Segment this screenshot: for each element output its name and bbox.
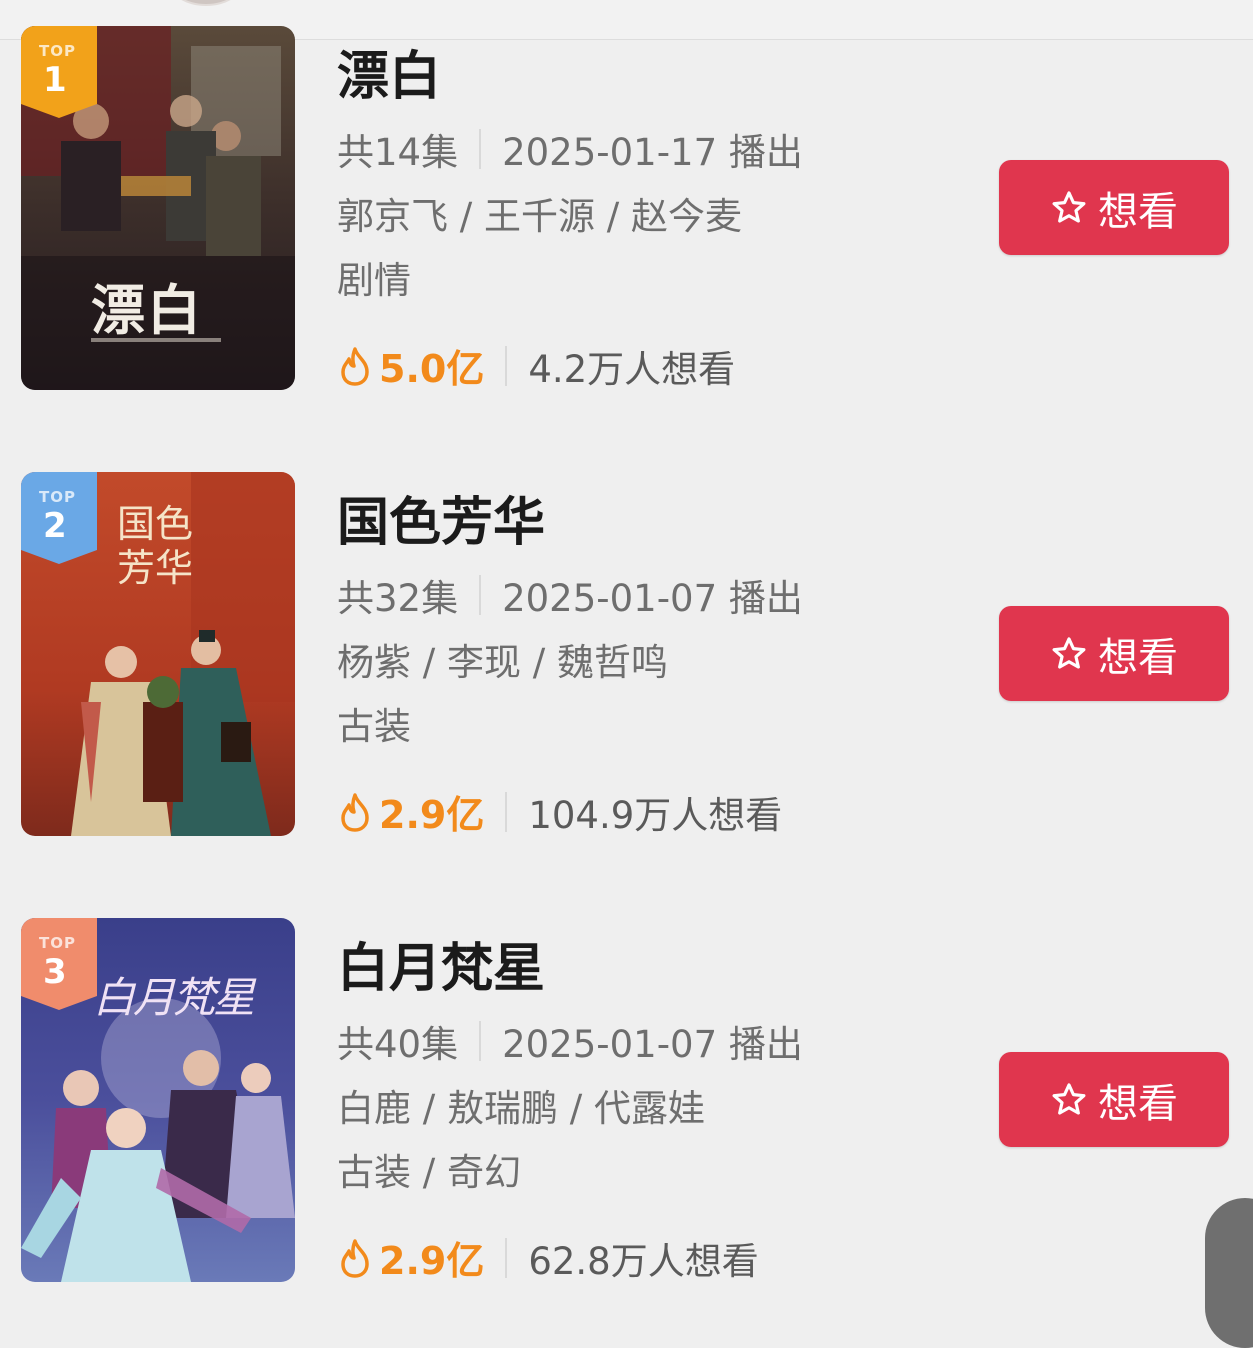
divider (505, 1237, 508, 1278)
divider (479, 129, 482, 169)
genre: 古装 (337, 705, 411, 748)
rank-number: 2 (43, 506, 67, 546)
rank-top-label: TOP (39, 934, 76, 952)
air-date: 2025-01-17 播出 (502, 131, 803, 174)
want-button-label: 想看 (1098, 1080, 1178, 1127)
fire-icon (341, 1238, 369, 1278)
want-count: 4.2万人想看 (528, 347, 736, 391)
genre: 剧情 (337, 259, 411, 302)
stats-row: 2.9亿 104.9万人想看 (337, 784, 782, 839)
rank-number: 1 (43, 60, 67, 100)
divider (505, 345, 508, 386)
list-item[interactable]: 白月梵星 TOP 3 白月梵星 共40集 2025-01-07 播出 白鹿 / … (0, 918, 1253, 1338)
rank-top-label: TOP (39, 42, 76, 60)
divider (505, 791, 508, 832)
stats-row: 5.0亿 4.2万人想看 (337, 338, 735, 393)
rank-badge: TOP 1 (21, 26, 97, 118)
avatar[interactable] (168, 0, 244, 6)
poster-image[interactable]: 漂白 TOP 1 (21, 26, 295, 390)
rank-badge: TOP 2 (21, 472, 97, 564)
episode-count: 共40集 (337, 1023, 459, 1066)
poster-title-text: 白月梵星 (93, 973, 255, 1022)
fire-icon (341, 792, 369, 832)
want-to-watch-button[interactable]: 想看 (999, 1052, 1229, 1147)
meta-row: 共14集 2025-01-17 播出 (337, 122, 803, 176)
heat-value: 5.0亿 (379, 347, 485, 391)
divider (479, 575, 482, 615)
drama-title[interactable]: 漂白 (337, 34, 441, 109)
cast-list: 白鹿 / 敖瑞鹏 / 代露娃 (337, 1087, 705, 1130)
rank-top-label: TOP (39, 488, 76, 506)
want-button-label: 想看 (1098, 634, 1178, 681)
stats-row: 2.9亿 62.8万人想看 (337, 1230, 759, 1285)
drama-title[interactable]: 白月梵星 (337, 926, 545, 1001)
want-count: 104.9万人想看 (528, 793, 783, 837)
meta-row: 共40集 2025-01-07 播出 (337, 1014, 803, 1068)
drama-title[interactable]: 国色芳华 (337, 480, 545, 555)
air-date: 2025-01-07 播出 (502, 577, 803, 620)
list-item[interactable]: 国色芳华 TOP 2 国色芳华 共32集 2025-01-07 播出 杨紫 / … (0, 472, 1253, 892)
want-to-watch-button[interactable]: 想看 (999, 160, 1229, 255)
cast-list: 郭京飞 / 王千源 / 赵今麦 (337, 195, 742, 238)
list-item[interactable]: 漂白 TOP 1 漂白 共14集 2025-01-17 播出 郭京飞 / 王千源… (0, 26, 1253, 460)
air-date: 2025-01-07 播出 (502, 1023, 803, 1066)
poster-image[interactable]: 白月梵星 TOP 3 (21, 918, 295, 1282)
scrollbar-thumb[interactable] (1205, 1198, 1253, 1348)
episode-count: 共14集 (337, 131, 459, 174)
meta-row: 共32集 2025-01-07 播出 (337, 568, 803, 622)
genre: 古装 / 奇幻 (337, 1151, 521, 1194)
fire-icon (341, 346, 369, 386)
want-to-watch-button[interactable]: 想看 (999, 606, 1229, 701)
heat-value: 2.9亿 (379, 793, 485, 837)
want-count: 62.8万人想看 (528, 1239, 759, 1283)
heat-value: 2.9亿 (379, 1239, 485, 1283)
poster-image[interactable]: 国色芳华 TOP 2 (21, 472, 295, 836)
divider (479, 1021, 482, 1061)
star-icon (1052, 636, 1086, 669)
poster-title-text: 漂白 (91, 278, 203, 342)
poster-title-text: 国色芳华 (117, 502, 194, 590)
star-icon (1052, 190, 1086, 223)
rank-number: 3 (43, 952, 67, 992)
star-icon (1052, 1082, 1086, 1115)
cast-list: 杨紫 / 李现 / 魏哲鸣 (337, 641, 668, 684)
episode-count: 共32集 (337, 577, 459, 620)
want-button-label: 想看 (1098, 188, 1178, 235)
rank-badge: TOP 3 (21, 918, 97, 1010)
